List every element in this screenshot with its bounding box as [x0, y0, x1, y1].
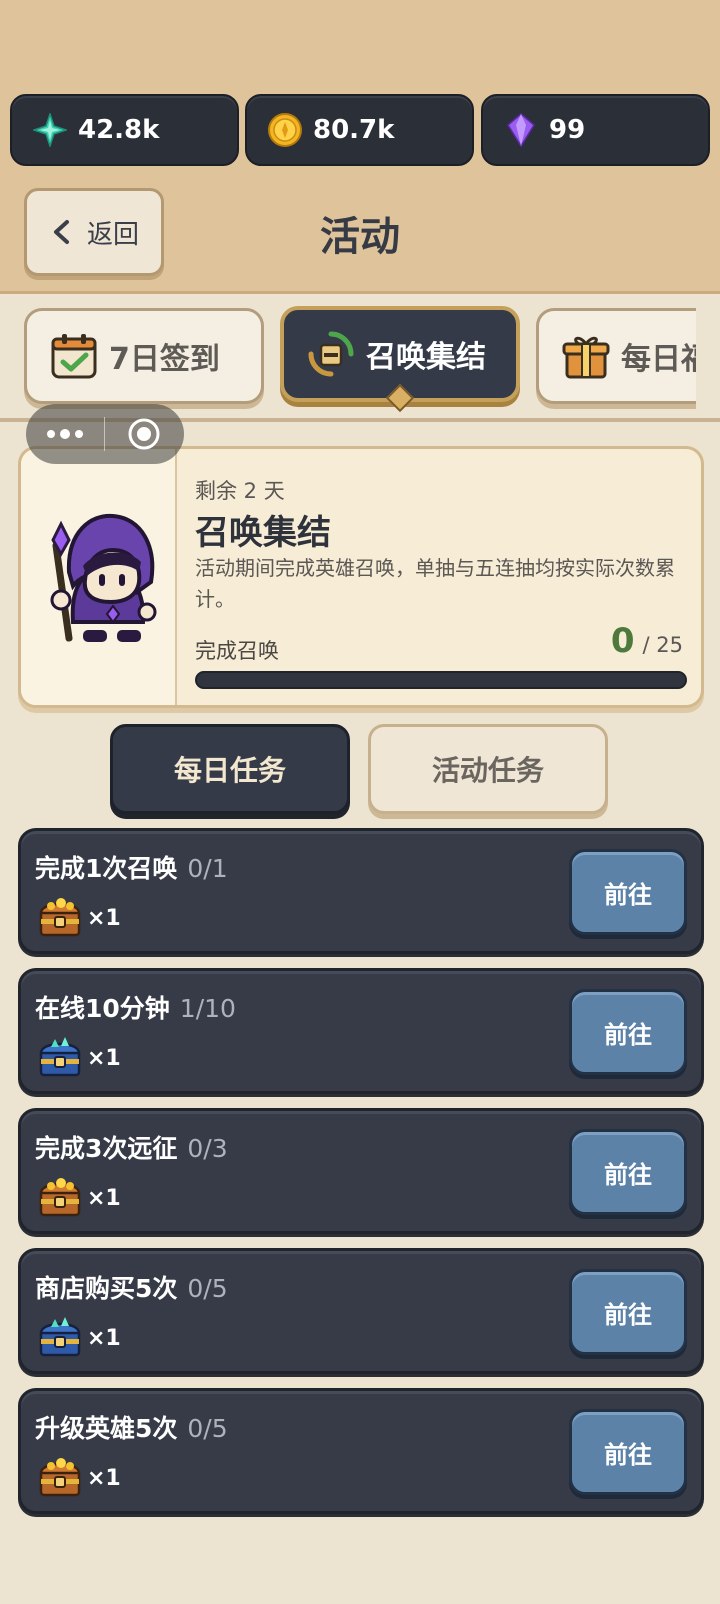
- reward-count: ×1: [87, 1325, 121, 1351]
- gift-box-icon: [562, 336, 610, 379]
- progress-current: 0: [610, 621, 635, 661]
- blue-chest-icon: [37, 1033, 83, 1083]
- activity-tabs: 7日签到 召唤集结 每日福: [0, 300, 696, 418]
- purple-diamond-icon: [503, 112, 539, 148]
- task-reward: ×1: [37, 1173, 121, 1223]
- go-button[interactable]: 前往: [569, 849, 687, 935]
- subtab-daily-tasks[interactable]: 每日任务: [110, 724, 350, 814]
- task-progress: 0/5: [187, 1274, 228, 1303]
- progress-total: / 25: [642, 633, 683, 657]
- task-progress: 0/3: [187, 1134, 228, 1163]
- progress-bar: [195, 671, 687, 689]
- task-title: 商店购买5次: [35, 1274, 178, 1303]
- event-description: 活动期间完成英雄召唤，单抽与五连抽均按实际次数累计。: [195, 556, 675, 611]
- reward-count: ×1: [87, 1185, 121, 1211]
- tab-label: 召唤集结: [366, 340, 486, 375]
- task-reward: ×1: [37, 1313, 121, 1363]
- target-circle-icon: [128, 418, 160, 450]
- remaining-time: 剩余 2 天: [195, 479, 285, 503]
- reward-count: ×1: [87, 1045, 121, 1071]
- star-crystal-icon: [32, 112, 68, 148]
- currency-gem[interactable]: 42.8k: [10, 94, 239, 166]
- task-name: 完成3次远征 0/3: [35, 1129, 228, 1165]
- gold-chest-icon: [37, 1453, 83, 1503]
- task-name: 在线10分钟 1/10: [35, 989, 236, 1025]
- tab-label: 7日签到: [109, 342, 220, 377]
- go-button[interactable]: 前往: [569, 1269, 687, 1355]
- task-progress: 0/1: [187, 854, 228, 883]
- mini-program-capsule: [26, 404, 184, 464]
- task-title: 完成1次召唤: [35, 854, 178, 883]
- task-name: 完成1次召唤 0/1: [35, 849, 228, 885]
- reward-count: ×1: [87, 905, 121, 931]
- task-card: 完成1次召唤 0/1 ×1 前往: [18, 828, 704, 954]
- gold-coin-icon: [267, 112, 303, 148]
- page-title: 活动: [320, 214, 400, 260]
- go-button[interactable]: 前往: [569, 1409, 687, 1495]
- task-title: 升级英雄5次: [35, 1414, 178, 1443]
- go-button[interactable]: 前往: [569, 1129, 687, 1215]
- gold-amount: 80.7k: [313, 115, 395, 145]
- task-card: 完成3次远征 0/3 ×1 前往: [18, 1108, 704, 1234]
- task-reward: ×1: [37, 1453, 121, 1503]
- task-card: 在线10分钟 1/10 ×1 前往: [18, 968, 704, 1094]
- task-reward: ×1: [37, 1033, 121, 1083]
- hero-portrait: [21, 449, 177, 705]
- progress-label: 完成召唤: [195, 639, 279, 663]
- progress-value: 0 / 25: [611, 621, 683, 661]
- gold-chest-icon: [37, 1173, 83, 1223]
- task-card: 升级英雄5次 0/5 ×1 前往: [18, 1388, 704, 1514]
- currency-gold[interactable]: 80.7k: [245, 94, 474, 166]
- event-title: 召唤集结: [195, 513, 331, 553]
- task-progress: 1/10: [179, 994, 236, 1023]
- blue-chest-icon: [37, 1313, 83, 1363]
- summon-scroll-icon: [308, 331, 354, 377]
- tab-daily-gift[interactable]: 每日福: [536, 308, 696, 404]
- calendar-check-icon: [51, 334, 97, 379]
- diamond-amount: 99: [549, 115, 586, 145]
- currency-diamond[interactable]: 99: [481, 94, 710, 166]
- go-button[interactable]: 前往: [569, 989, 687, 1075]
- task-title: 在线10分钟: [35, 994, 170, 1023]
- event-card: 剩余 2 天 召唤集结 活动期间完成英雄召唤，单抽与五连抽均按实际次数累计。 完…: [18, 446, 704, 708]
- mage-hero-icon: [50, 513, 157, 642]
- gold-chest-icon: [37, 893, 83, 943]
- task-title: 完成3次远征: [35, 1134, 178, 1163]
- task-reward: ×1: [37, 893, 121, 943]
- task-name: 升级英雄5次 0/5: [35, 1409, 228, 1445]
- more-menu-button[interactable]: [26, 428, 104, 440]
- task-name: 商店购买5次 0/5: [35, 1269, 228, 1305]
- more-dots-icon: [47, 429, 83, 439]
- task-card: 商店购买5次 0/5 ×1 前往: [18, 1248, 704, 1374]
- gem-amount: 42.8k: [78, 115, 160, 145]
- task-progress: 0/5: [187, 1414, 228, 1443]
- subtab-event-tasks[interactable]: 活动任务: [368, 724, 608, 814]
- tab-label: 每日福: [621, 342, 696, 377]
- reward-count: ×1: [87, 1465, 121, 1491]
- close-mini-program-button[interactable]: [105, 417, 183, 451]
- tab-sign-in[interactable]: 7日签到: [24, 308, 264, 404]
